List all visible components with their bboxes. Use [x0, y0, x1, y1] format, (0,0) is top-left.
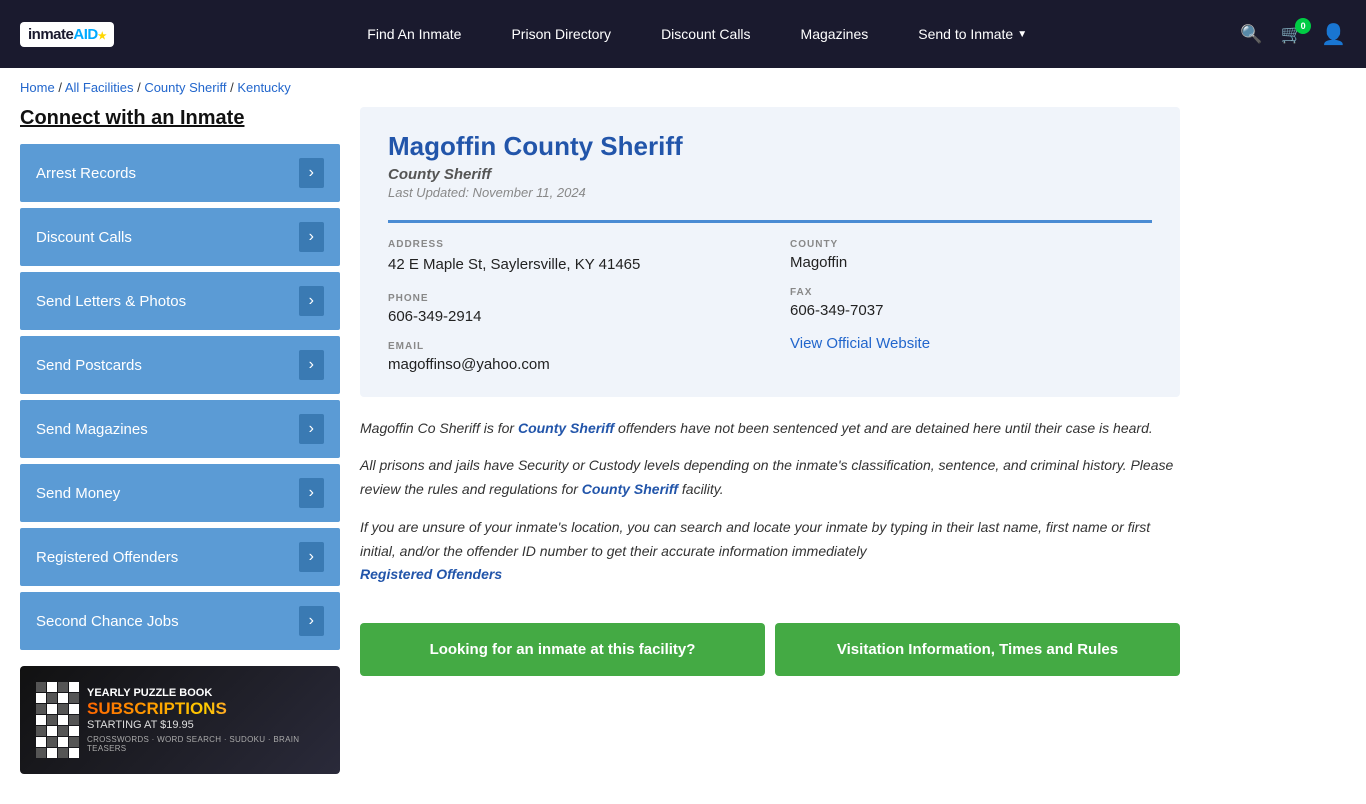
desc-p3-text: If you are unsure of your inmate's locat… — [360, 519, 1150, 559]
content-area: Magoffin County Sheriff County Sheriff L… — [360, 107, 1180, 774]
breadcrumb-state[interactable]: Kentucky — [237, 80, 290, 95]
looking-for-inmate-button[interactable]: Looking for an inmate at this facility? — [360, 623, 765, 676]
fax-value: 606-349-7037 — [790, 302, 1152, 319]
facility-name: Magoffin County Sheriff — [388, 131, 1152, 162]
ad-text: YEARLY PUZZLE BOOK SUBSCRIPTIONS STARTIN… — [87, 687, 324, 753]
ad-puzzle-grid — [36, 682, 79, 758]
logo-star-icon: ★ — [98, 31, 106, 42]
sidebar-btn-send-magazines[interactable]: Send Magazines › — [20, 400, 340, 458]
breadcrumb: Home / All Facilities / County Sheriff /… — [0, 68, 1366, 107]
desc-p1-after: offenders have not been sentenced yet an… — [614, 420, 1153, 436]
registered-offenders-link[interactable]: Registered Offenders — [360, 566, 502, 582]
sidebar-arrow-arrest-records: › — [299, 158, 324, 188]
sidebar-arrow-send-magazines: › — [299, 414, 324, 444]
desc-p2-highlight[interactable]: County Sheriff — [582, 481, 678, 497]
desc-para-2: All prisons and jails have Security or C… — [360, 454, 1180, 502]
sidebar-label-discount-calls: Discount Calls — [36, 229, 132, 246]
ad-line2: SUBSCRIPTIONS — [87, 699, 324, 719]
sidebar-label-registered-offenders: Registered Offenders — [36, 549, 178, 566]
ad-line3: STARTING AT $19.95 — [87, 719, 324, 731]
sidebar-arrow-send-postcards: › — [299, 350, 324, 380]
description-area: Magoffin Co Sheriff is for County Sherif… — [360, 417, 1180, 604]
sidebar-btn-send-money[interactable]: Send Money › — [20, 464, 340, 522]
phone-section: PHONE 606-349-2914 — [388, 293, 750, 325]
sidebar-label-send-magazines: Send Magazines — [36, 421, 148, 438]
sidebar-arrow-send-letters: › — [299, 286, 324, 316]
sidebar-btn-arrest-records[interactable]: Arrest Records › — [20, 144, 340, 202]
desc-p2-after: facility. — [678, 481, 724, 497]
sidebar-btn-send-letters[interactable]: Send Letters & Photos › — [20, 272, 340, 330]
email-section: EMAIL magoffinso@yahoo.com — [388, 341, 750, 373]
fax-section: FAX 606-349-7037 — [790, 287, 1152, 319]
address-value: 42 E Maple St, Saylersville, KY 41465 — [388, 254, 750, 277]
navbar: inmateAID★ Find An Inmate Prison Directo… — [0, 0, 1366, 68]
email-value: magoffinso@yahoo.com — [388, 356, 750, 373]
sidebar-arrow-send-money: › — [299, 478, 324, 508]
logo-aid-text: AID — [73, 26, 97, 43]
user-button[interactable]: 👤 — [1321, 22, 1346, 47]
sidebar-arrow-discount-calls: › — [299, 222, 324, 252]
sidebar-title: Connect with an Inmate — [20, 107, 340, 130]
cart-badge: 0 — [1295, 18, 1311, 34]
sidebar: Connect with an Inmate Arrest Records › … — [20, 107, 340, 774]
facility-type: County Sheriff — [388, 166, 1152, 183]
cart-button[interactable]: 🛒 0 — [1281, 24, 1303, 45]
phone-value: 606-349-2914 — [388, 308, 750, 325]
sidebar-btn-discount-calls[interactable]: Discount Calls › — [20, 208, 340, 266]
ad-line1: YEARLY PUZZLE BOOK — [87, 687, 324, 699]
visitation-info-button[interactable]: Visitation Information, Times and Rules — [775, 623, 1180, 676]
desc-p2-before: All prisons and jails have Security or C… — [360, 457, 1173, 497]
nav-prison-directory[interactable]: Prison Directory — [511, 26, 611, 42]
breadcrumb-all-facilities[interactable]: All Facilities — [65, 80, 134, 95]
sidebar-btn-registered-offenders[interactable]: Registered Offenders › — [20, 528, 340, 586]
sidebar-ad[interactable]: YEARLY PUZZLE BOOK SUBSCRIPTIONS STARTIN… — [20, 666, 340, 774]
detail-left: ADDRESS 42 E Maple St, Saylersville, KY … — [388, 239, 750, 373]
facility-card: Magoffin County Sheriff County Sheriff L… — [360, 107, 1180, 397]
facility-details: ADDRESS 42 E Maple St, Saylersville, KY … — [388, 220, 1152, 373]
navbar-icons: 🔍 🛒 0 👤 — [1240, 22, 1346, 47]
caret-down-icon: ▼ — [1017, 29, 1027, 40]
nav-find-inmate[interactable]: Find An Inmate — [367, 26, 461, 42]
nav-discount-calls[interactable]: Discount Calls — [661, 26, 750, 42]
main-layout: Connect with an Inmate Arrest Records › … — [0, 107, 1200, 804]
phone-label: PHONE — [388, 293, 750, 304]
county-label: COUNTY — [790, 239, 1152, 250]
sidebar-btn-send-postcards[interactable]: Send Postcards › — [20, 336, 340, 394]
send-to-inmate-label: Send to Inmate — [918, 26, 1013, 42]
sidebar-label-send-letters: Send Letters & Photos — [36, 293, 186, 310]
fax-label: FAX — [790, 287, 1152, 298]
nav-send-to-inmate[interactable]: Send to Inmate ▼ — [918, 26, 1027, 42]
sidebar-label-second-chance-jobs: Second Chance Jobs — [36, 613, 179, 630]
desc-para-3: If you are unsure of your inmate's locat… — [360, 516, 1180, 587]
desc-p1-before: Magoffin Co Sheriff is for — [360, 420, 518, 436]
sidebar-btn-second-chance-jobs[interactable]: Second Chance Jobs › — [20, 592, 340, 650]
view-official-website-link[interactable]: View Official Website — [790, 335, 930, 352]
sidebar-label-arrest-records: Arrest Records — [36, 165, 136, 182]
breadcrumb-county-sheriff[interactable]: County Sheriff — [144, 80, 226, 95]
detail-right: COUNTY Magoffin FAX 606-349-7037 View Of… — [790, 239, 1152, 373]
nav-magazines[interactable]: Magazines — [801, 26, 869, 42]
ad-line4: CROSSWORDS · WORD SEARCH · SUDOKU · BRAI… — [87, 735, 324, 753]
address-label: ADDRESS — [388, 239, 750, 250]
county-value: Magoffin — [790, 254, 1152, 271]
logo-inmate-text: inmate — [28, 26, 73, 43]
breadcrumb-home[interactable]: Home — [20, 80, 55, 95]
county-section: COUNTY Magoffin — [790, 239, 1152, 271]
bottom-buttons: Looking for an inmate at this facility? … — [360, 623, 1180, 676]
sidebar-label-send-postcards: Send Postcards — [36, 357, 142, 374]
email-label: EMAIL — [388, 341, 750, 352]
sidebar-arrow-registered-offenders: › — [299, 542, 324, 572]
desc-para-1: Magoffin Co Sheriff is for County Sherif… — [360, 417, 1180, 441]
desc-p1-highlight[interactable]: County Sheriff — [518, 420, 614, 436]
website-section: View Official Website — [790, 335, 1152, 352]
sidebar-label-send-money: Send Money — [36, 485, 120, 502]
address-section: ADDRESS 42 E Maple St, Saylersville, KY … — [388, 239, 750, 277]
sidebar-arrow-second-chance-jobs: › — [299, 606, 324, 636]
search-button[interactable]: 🔍 — [1240, 24, 1262, 45]
logo[interactable]: inmateAID★ — [20, 22, 114, 47]
facility-updated: Last Updated: November 11, 2024 — [388, 185, 1152, 200]
navbar-links: Find An Inmate Prison Directory Discount… — [154, 26, 1240, 42]
